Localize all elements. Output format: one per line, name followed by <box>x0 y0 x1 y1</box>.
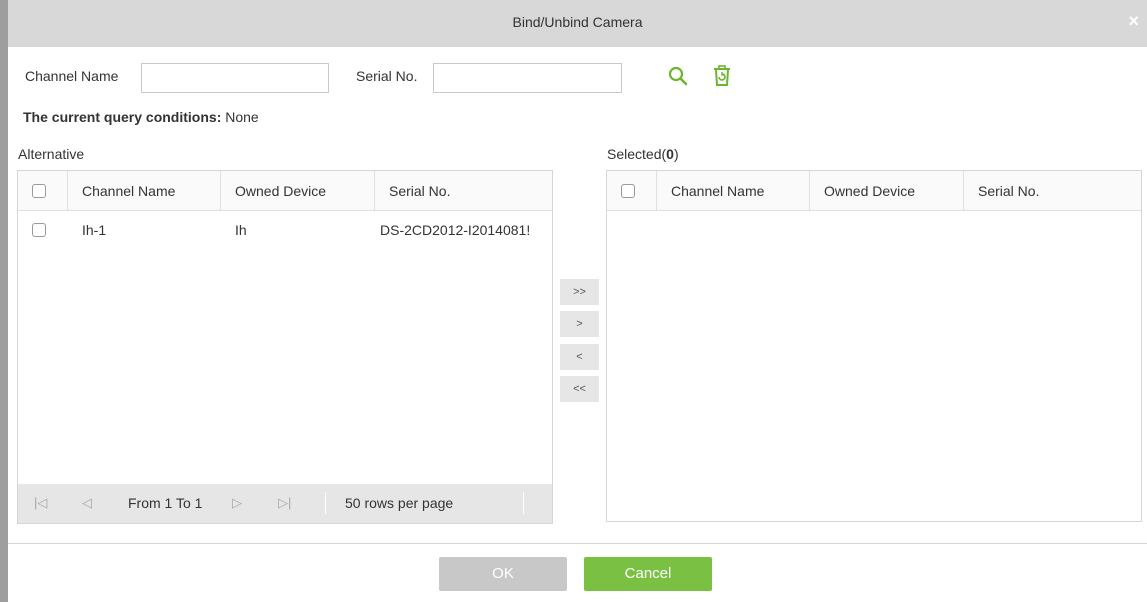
selected-grid-header: Channel Name Owned Device Serial No. <box>607 171 1141 211</box>
selected-count: 0 <box>666 146 674 162</box>
rows-per-page[interactable]: 50 rows per page <box>345 495 453 511</box>
window-edge <box>0 0 8 602</box>
row-checkbox[interactable] <box>32 223 46 237</box>
select-all-checkbox[interactable] <box>32 184 46 198</box>
query-conditions-label: The current query conditions: <box>23 109 222 125</box>
move-left-button[interactable]: < <box>560 344 599 370</box>
page-range: From 1 To 1 <box>128 495 203 511</box>
move-all-left-button[interactable]: << <box>560 376 599 402</box>
column-header-serial-no[interactable]: Serial No. <box>375 171 552 211</box>
pagination-bar: |◁ ◁ From 1 To 1 ▷ ▷| 50 rows per page <box>18 484 552 523</box>
dialog-titlebar: Bind/Unbind Camera × <box>8 0 1147 47</box>
pager-divider <box>325 492 326 514</box>
dialog-title: Bind/Unbind Camera <box>512 14 643 30</box>
column-header-channel-name[interactable]: Channel Name <box>657 171 810 211</box>
alternative-title: Alternative <box>18 146 85 162</box>
row-serial-no: DS-2CD2012-I2014081! <box>380 222 531 238</box>
move-all-right-button[interactable]: >> <box>560 279 599 305</box>
selected-title-prefix: Selected( <box>607 146 667 162</box>
query-conditions: The current query conditions: None <box>23 109 259 125</box>
move-right-button[interactable]: > <box>560 311 599 337</box>
serial-no-input[interactable] <box>433 63 622 93</box>
search-icon[interactable] <box>668 66 688 89</box>
last-page-icon[interactable]: ▷| <box>278 495 291 511</box>
channel-name-input[interactable] <box>141 63 329 93</box>
first-page-icon[interactable]: |◁ <box>34 495 47 511</box>
select-all-cell <box>18 171 68 211</box>
row-owned-device: Ih <box>235 222 247 238</box>
pager-divider <box>523 492 524 514</box>
column-header-owned-device[interactable]: Owned Device <box>810 171 964 211</box>
table-row[interactable]: Ih-1 Ih DS-2CD2012-I2014081! <box>18 211 552 249</box>
serial-no-label: Serial No. <box>356 68 418 84</box>
ok-button[interactable]: OK <box>439 557 567 591</box>
selected-title: Selected(0) <box>607 146 679 162</box>
channel-name-label: Channel Name <box>25 68 119 84</box>
column-header-owned-device[interactable]: Owned Device <box>221 171 375 211</box>
select-all-cell <box>607 171 657 211</box>
column-header-channel-name[interactable]: Channel Name <box>68 171 221 211</box>
footer-divider <box>8 543 1147 544</box>
cancel-button[interactable]: Cancel <box>584 557 712 591</box>
alternative-grid: Channel Name Owned Device Serial No. Ih-… <box>17 170 553 524</box>
alternative-grid-header: Channel Name Owned Device Serial No. <box>18 171 552 211</box>
column-header-serial-no[interactable]: Serial No. <box>964 171 1141 211</box>
selected-grid: Channel Name Owned Device Serial No. <box>606 170 1142 522</box>
select-all-checkbox[interactable] <box>621 184 635 198</box>
row-channel-name: Ih-1 <box>82 222 107 238</box>
selected-title-suffix: ) <box>673 146 679 162</box>
clear-icon[interactable] <box>712 65 732 90</box>
query-conditions-value: None <box>225 109 259 125</box>
close-icon[interactable]: × <box>1128 12 1139 30</box>
prev-page-icon[interactable]: ◁ <box>82 495 92 511</box>
next-page-icon[interactable]: ▷ <box>232 495 242 511</box>
